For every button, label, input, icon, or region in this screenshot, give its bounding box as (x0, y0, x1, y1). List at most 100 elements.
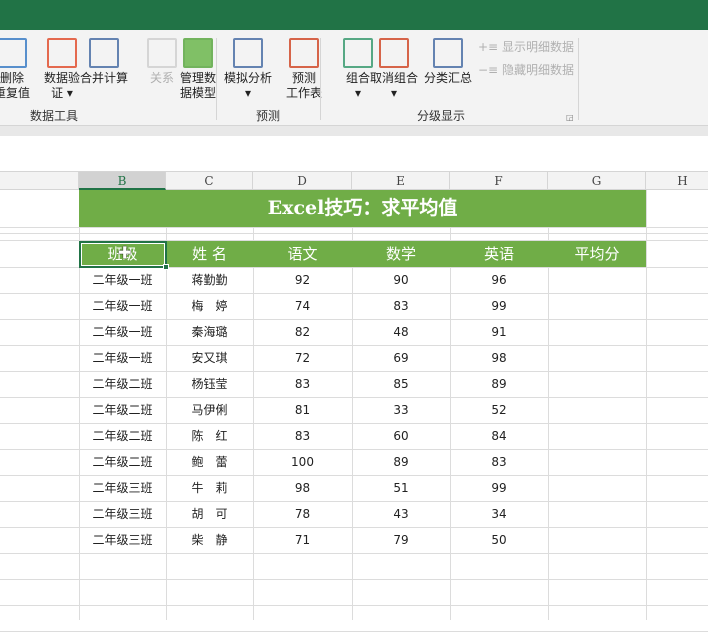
show-detail-button[interactable]: +≡ 显示明细数据 (478, 38, 574, 55)
table-cell[interactable]: 74 (253, 293, 352, 319)
table-cell[interactable]: 89 (352, 449, 450, 475)
grid-line (0, 227, 708, 228)
subtotal-button[interactable]: 分类汇总 (422, 38, 474, 86)
table-cell[interactable]: 秦海璐 (166, 319, 253, 345)
subtotal-icon (433, 38, 463, 68)
table-cell[interactable]: 蒋勤勤 (166, 267, 253, 293)
table-cell[interactable]: 83 (253, 423, 352, 449)
header-cell[interactable]: 平均分 (548, 241, 646, 267)
button-label: 删除 (0, 71, 24, 85)
table-cell[interactable]: 83 (352, 293, 450, 319)
table-cell[interactable]: 马伊俐 (166, 397, 253, 423)
button-label: 合并计算 (79, 71, 128, 85)
column-header-c[interactable]: C (166, 172, 253, 190)
table-cell[interactable]: 二年级二班 (79, 449, 166, 475)
table-cell[interactable]: 96 (450, 267, 548, 293)
button-label-2: 工作表 (285, 86, 322, 100)
table-cell[interactable]: 二年级三班 (79, 527, 166, 553)
data-validation-icon (47, 38, 77, 68)
table-cell[interactable]: 50 (450, 527, 548, 553)
ribbon-bottom-band (0, 126, 708, 136)
header-cell[interactable]: 数学 (352, 241, 450, 267)
consolidate-button[interactable]: 合并计算 (78, 38, 130, 86)
table-cell[interactable]: 牛 莉 (166, 475, 253, 501)
header-cell[interactable]: 英语 (450, 241, 548, 267)
table-cell[interactable]: 鲍 蕾 (166, 449, 253, 475)
table-cell[interactable]: 84 (450, 423, 548, 449)
table-cell[interactable]: 85 (352, 371, 450, 397)
table-cell[interactable]: 33 (352, 397, 450, 423)
table-cell[interactable]: 83 (253, 371, 352, 397)
table-cell[interactable]: 51 (352, 475, 450, 501)
table-cell[interactable]: 82 (253, 319, 352, 345)
forecast-sheet-button[interactable]: 预测 工作表 (278, 38, 330, 101)
ungroup-button[interactable]: 取消组合 ▾ (368, 38, 420, 101)
table-cell[interactable]: 99 (450, 475, 548, 501)
grid-line (646, 190, 647, 620)
column-header-a[interactable] (0, 172, 79, 190)
fill-handle[interactable] (163, 264, 169, 270)
button-label-2: ▾ (390, 86, 398, 100)
table-cell[interactable]: 二年级二班 (79, 371, 166, 397)
table-cell[interactable]: 二年级二班 (79, 397, 166, 423)
table-cell[interactable]: 二年级一班 (79, 293, 166, 319)
table-cell[interactable]: 69 (352, 345, 450, 371)
column-header-g[interactable]: G (548, 172, 646, 190)
table-cell[interactable]: 柴 静 (166, 527, 253, 553)
forecast-sheet-icon (289, 38, 319, 68)
table-cell[interactable]: 二年级一班 (79, 319, 166, 345)
table-cell[interactable]: 100 (253, 449, 352, 475)
table-cell[interactable]: 92 (253, 267, 352, 293)
remove-duplicates-button[interactable]: 删除 重复值 (0, 38, 30, 101)
table-cell[interactable]: 二年级三班 (79, 475, 166, 501)
hide-detail-button[interactable]: −≡ 隐藏明细数据 (478, 61, 574, 78)
table-cell[interactable]: 二年级二班 (79, 423, 166, 449)
table-cell[interactable]: 90 (352, 267, 450, 293)
table-cell[interactable]: 52 (450, 397, 548, 423)
table-cell[interactable]: 二年级一班 (79, 267, 166, 293)
table-cell[interactable]: 98 (450, 345, 548, 371)
column-header-h[interactable]: H (646, 172, 708, 190)
table-cell[interactable]: 99 (450, 293, 548, 319)
table-cell[interactable]: 72 (253, 345, 352, 371)
table-cell[interactable]: 梅 婷 (166, 293, 253, 319)
what-if-analysis-button[interactable]: 模拟分析 ▾ (222, 38, 274, 101)
table-cell[interactable]: 胡 可 (166, 501, 253, 527)
button-label: 分类汇总 (423, 71, 472, 85)
grid-line (0, 233, 708, 234)
table-cell[interactable]: 陈 红 (166, 423, 253, 449)
table-cell[interactable]: 43 (352, 501, 450, 527)
column-header-b[interactable]: B (79, 172, 166, 190)
group-label-data-tools: 数据工具 (30, 109, 79, 123)
table-cell[interactable]: 二年级一班 (79, 345, 166, 371)
button-label-2: 证 ▾ (51, 86, 73, 100)
table-cell[interactable]: 91 (450, 319, 548, 345)
group-label-outline: 分级显示 (417, 109, 466, 123)
table-cell[interactable]: 83 (450, 449, 548, 475)
column-header-f[interactable]: F (450, 172, 548, 190)
button-label-2: ▾ (244, 86, 252, 100)
header-cell[interactable]: 姓 名 (166, 241, 253, 267)
table-cell[interactable]: 安又琪 (166, 345, 253, 371)
column-header-d[interactable]: D (253, 172, 352, 190)
hide-detail-label: 隐藏明细数据 (501, 63, 574, 77)
button-label: 模拟分析 (223, 71, 272, 85)
button-label: 取消组合 (369, 71, 418, 85)
table-cell[interactable]: 34 (450, 501, 548, 527)
header-cell[interactable]: 语文 (253, 241, 352, 267)
table-cell[interactable]: 二年级三班 (79, 501, 166, 527)
table-cell[interactable]: 48 (352, 319, 450, 345)
remove-duplicates-icon (0, 38, 27, 68)
table-cell[interactable]: 98 (253, 475, 352, 501)
table-cell[interactable]: 79 (352, 527, 450, 553)
table-cell[interactable]: 78 (253, 501, 352, 527)
table-cell[interactable]: 60 (352, 423, 450, 449)
grid-line (0, 605, 708, 606)
column-header-e[interactable]: E (352, 172, 450, 190)
table-cell[interactable]: 杨钰莹 (166, 371, 253, 397)
dialog-launcher-icon[interactable]: ◲ (566, 113, 574, 122)
ribbon: 删除 重复值 数据验 证 ▾ 合并计算 关系 管理数 据模型 模拟分析 ▾ 预测… (0, 30, 708, 126)
table-cell[interactable]: 89 (450, 371, 548, 397)
table-cell[interactable]: 71 (253, 527, 352, 553)
table-cell[interactable]: 81 (253, 397, 352, 423)
